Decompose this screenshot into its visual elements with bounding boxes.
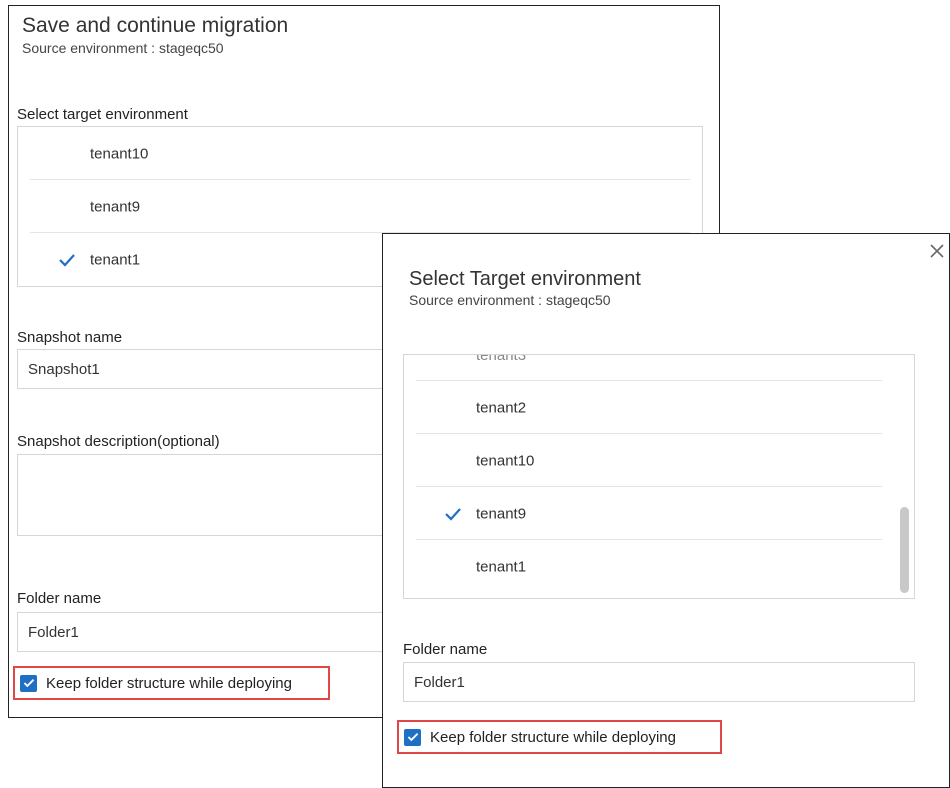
list-item-label: tenant9 [476, 505, 527, 522]
dialog-title: Save and continue migration [22, 14, 289, 37]
list-item-label: tenant1 [476, 558, 527, 575]
list-item-partial[interactable]: tenant3 [404, 355, 914, 381]
list-item-tenant1[interactable]: tenant1 [404, 540, 914, 593]
checkbox-checked-icon [404, 728, 421, 746]
target-environment-list: tenant3 tenant2 tenant10 tenant9 tenant1 [403, 354, 915, 599]
scrollbar-thumb[interactable] [900, 507, 909, 593]
list-item-label: tenant9 [90, 198, 141, 215]
keep-folder-structure-checkbox[interactable]: Keep folder structure while deploying [13, 666, 330, 700]
keep-folder-structure-label: Keep folder structure while deploying [46, 674, 292, 692]
keep-folder-structure-label: Keep folder structure while deploying [430, 728, 676, 746]
snapshot-description-label: Snapshot description(optional) [17, 433, 220, 450]
folder-name-input[interactable]: Folder1 [403, 662, 915, 702]
folder-name-label: Folder name [17, 590, 102, 607]
source-environment: Source environment : stageqc50 [409, 292, 611, 308]
list-item-label: tenant10 [90, 145, 149, 162]
select-target-dialog: Select Target environment Source environ… [382, 233, 950, 788]
target-environment-label: Select target environment [17, 106, 188, 123]
list-item-tenant10[interactable]: tenant10 [404, 434, 914, 487]
close-icon[interactable] [928, 242, 946, 260]
check-icon [445, 507, 461, 521]
checkbox-checked-icon [20, 674, 37, 692]
dialog-title: Select Target environment [409, 268, 641, 290]
source-environment: Source environment : stageqc50 [22, 40, 224, 56]
list-item-label: tenant2 [476, 399, 527, 416]
list-item-tenant9[interactable]: tenant9 [18, 180, 702, 233]
check-icon [59, 253, 75, 267]
list-item-label: tenant1 [90, 251, 141, 268]
list-item-tenant2[interactable]: tenant2 [404, 381, 914, 434]
keep-folder-structure-checkbox[interactable]: Keep folder structure while deploying [397, 720, 722, 754]
list-item-tenant10[interactable]: tenant10 [18, 127, 702, 180]
list-item-label: tenant10 [476, 452, 535, 469]
snapshot-name-label: Snapshot name [17, 329, 123, 346]
list-item-label: tenant3 [476, 354, 527, 364]
folder-name-label: Folder name [403, 641, 488, 658]
list-item-tenant9[interactable]: tenant9 [404, 487, 914, 540]
